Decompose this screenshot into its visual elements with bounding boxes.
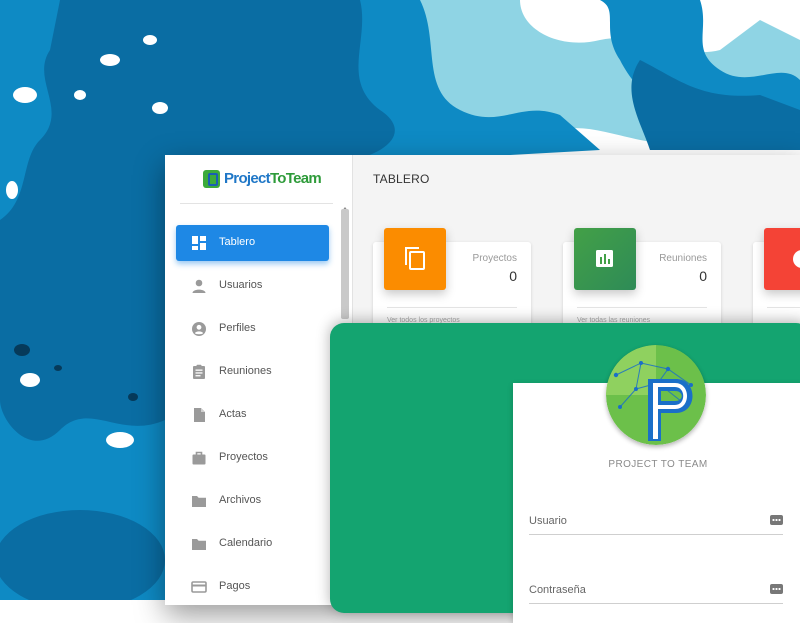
sidebar-item-proyectos[interactable]: Proyectos	[176, 440, 329, 476]
folder-icon	[192, 539, 206, 550]
folder-icon	[192, 496, 206, 507]
account-circle-icon	[192, 322, 206, 336]
dashboard-icon	[192, 236, 206, 250]
sidebar: ProjectToTeam Tablero Usuarios Perfiles …	[165, 155, 353, 605]
sidebar-item-label: Perfiles	[219, 322, 256, 334]
credit-card-icon	[191, 581, 207, 593]
keyboard-dots-icon	[770, 584, 783, 594]
field-underline	[529, 603, 783, 604]
sidebar-item-label: Usuarios	[219, 279, 263, 291]
logo-text: ProjectToTeam	[224, 170, 322, 187]
sidebar-item-label: Calendario	[219, 537, 273, 549]
sidebar-item-label: Tablero	[219, 236, 256, 248]
person-icon	[192, 279, 206, 293]
sidebar-item-usuarios[interactable]: Usuarios	[176, 268, 329, 304]
project-to-team-logo-icon	[606, 345, 706, 445]
sidebar-item-label: Reuniones	[219, 365, 272, 377]
sidebar-item-label: Pagos	[219, 580, 251, 592]
password-label: Contraseña	[529, 584, 586, 596]
card-value: 0	[699, 268, 707, 284]
sidebar-item-archivos[interactable]: Archivos	[176, 483, 329, 519]
keyboard-dots-icon	[770, 515, 783, 525]
password-field[interactable]: Contraseña	[529, 580, 783, 604]
sidebar-item-tablero[interactable]: Tablero	[176, 225, 329, 261]
sidebar-item-actas[interactable]: Actas	[176, 397, 329, 433]
bar-chart-icon	[596, 250, 613, 267]
copy-icon	[405, 247, 425, 270]
username-label: Usuario	[529, 515, 567, 527]
assignment-icon	[193, 364, 205, 379]
username-field[interactable]: Usuario	[529, 511, 783, 535]
sidebar-item-label: Proyectos	[219, 451, 268, 463]
info-icon	[793, 250, 800, 268]
card-divider	[577, 307, 707, 308]
sidebar-item-label: Actas	[219, 408, 247, 420]
logo-mark-icon	[203, 170, 220, 188]
document-icon	[194, 408, 205, 422]
card-title: Proyectos	[472, 253, 517, 264]
sidebar-scrollbar[interactable]	[341, 209, 349, 319]
card-icon-tile	[574, 228, 636, 290]
brand-name: PROJECT TO TEAM	[608, 459, 708, 470]
card-divider	[767, 307, 800, 308]
briefcase-icon	[192, 451, 206, 465]
sidebar-item-label: Archivos	[219, 494, 262, 506]
project-to-team-logo[interactable]: ProjectToTeam	[203, 169, 322, 189]
card-title: Reuniones	[659, 253, 707, 264]
login-panel: PROJECT TO TEAM Usuario Contraseña	[330, 323, 800, 623]
card-icon-tile	[384, 228, 446, 290]
page-title: TABLERO	[373, 172, 430, 186]
sidebar-divider	[180, 203, 333, 204]
sidebar-item-reuniones[interactable]: Reuniones	[176, 354, 329, 390]
card-divider	[387, 307, 517, 308]
sidebar-item-perfiles[interactable]: Perfiles	[176, 311, 329, 347]
field-underline	[529, 534, 783, 535]
card-value: 0	[509, 268, 517, 284]
sidebar-item-calendario[interactable]: Calendario	[176, 526, 329, 562]
card-icon-tile	[764, 228, 800, 290]
